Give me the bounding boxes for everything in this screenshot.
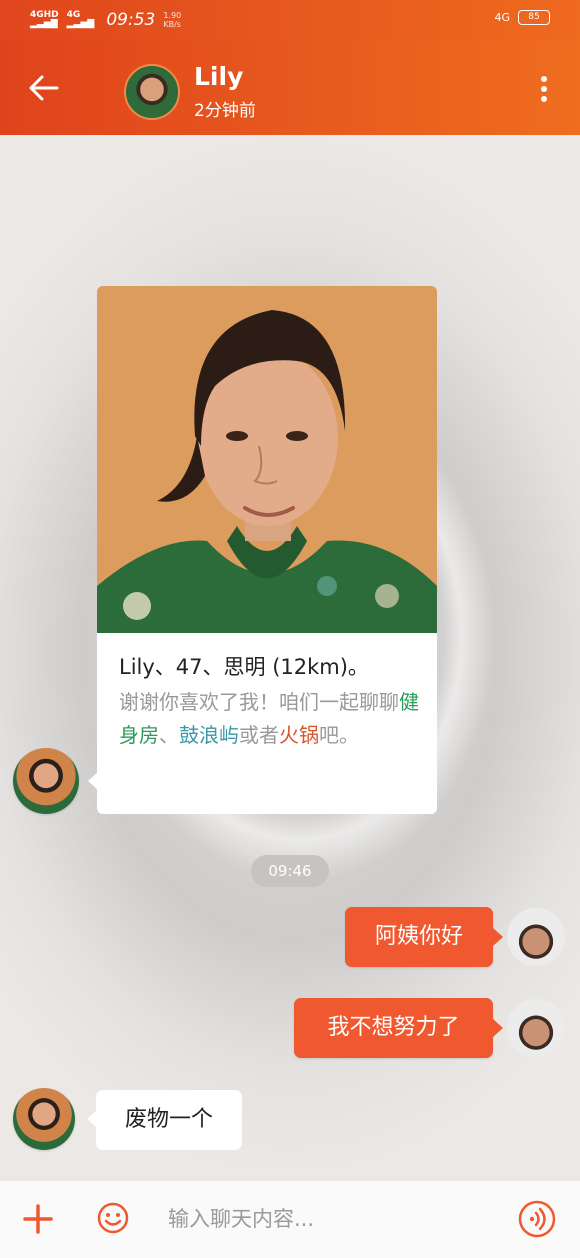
contact-avatar[interactable] [124, 64, 180, 120]
keyword-link[interactable]: 火锅 [279, 723, 319, 747]
profile-message: 谢谢你喜欢了我！咱们一起聊聊健身房、鼓浪屿或者火锅吧。 [119, 690, 419, 747]
network-speed: 1.90 KB/s [163, 11, 182, 29]
more-vertical-icon[interactable] [537, 76, 551, 106]
network-type-indicator: 4G [494, 11, 510, 24]
profile-card-message[interactable]: Lily、47、思明 (12km)。 谢谢你喜欢了我！咱们一起聊聊健身房、鼓浪屿… [97, 286, 437, 814]
bubble-pointer [493, 1019, 503, 1037]
outgoing-message[interactable]: 阿姨你好 [345, 907, 493, 967]
keyword-link[interactable]: 鼓浪屿 [179, 723, 239, 747]
contact-name: Lily [194, 62, 244, 91]
chat-header: Lily 2分钟前 [0, 40, 580, 135]
emoji-icon[interactable] [96, 1201, 130, 1235]
sender-avatar[interactable] [13, 1088, 75, 1150]
signal-indicator-1: 4GHD ▂▃▅▇ [30, 10, 59, 29]
last-seen-status: 2分钟前 [194, 101, 256, 121]
sender-avatar[interactable] [13, 748, 79, 814]
back-arrow-icon[interactable] [28, 74, 60, 102]
signal-indicator-2: 4G ▂▃▅▇ [66, 10, 95, 29]
profile-info: Lily、47、思明 (12km)。 [119, 655, 369, 679]
status-time: 09:53 [106, 10, 156, 30]
user-avatar[interactable] [507, 908, 565, 966]
bubble-pointer [493, 928, 503, 946]
battery-indicator: 85 [518, 10, 550, 25]
plus-icon[interactable] [22, 1203, 54, 1235]
status-bar: 4GHD ▂▃▅▇ 4G ▂▃▅▇ 09:53 1.90 KB/s 4G 85 [0, 0, 580, 40]
outgoing-message[interactable]: 我不想努力了 [294, 998, 493, 1058]
voice-icon[interactable] [518, 1200, 556, 1238]
chat-input[interactable]: 输入聊天内容... [168, 1203, 314, 1233]
message-timestamp: 09:46 [251, 855, 329, 887]
user-avatar[interactable] [507, 999, 565, 1057]
incoming-message[interactable]: 废物一个 [96, 1090, 242, 1150]
chat-input-bar: 输入聊天内容... [0, 1180, 580, 1258]
profile-photo [97, 286, 437, 633]
